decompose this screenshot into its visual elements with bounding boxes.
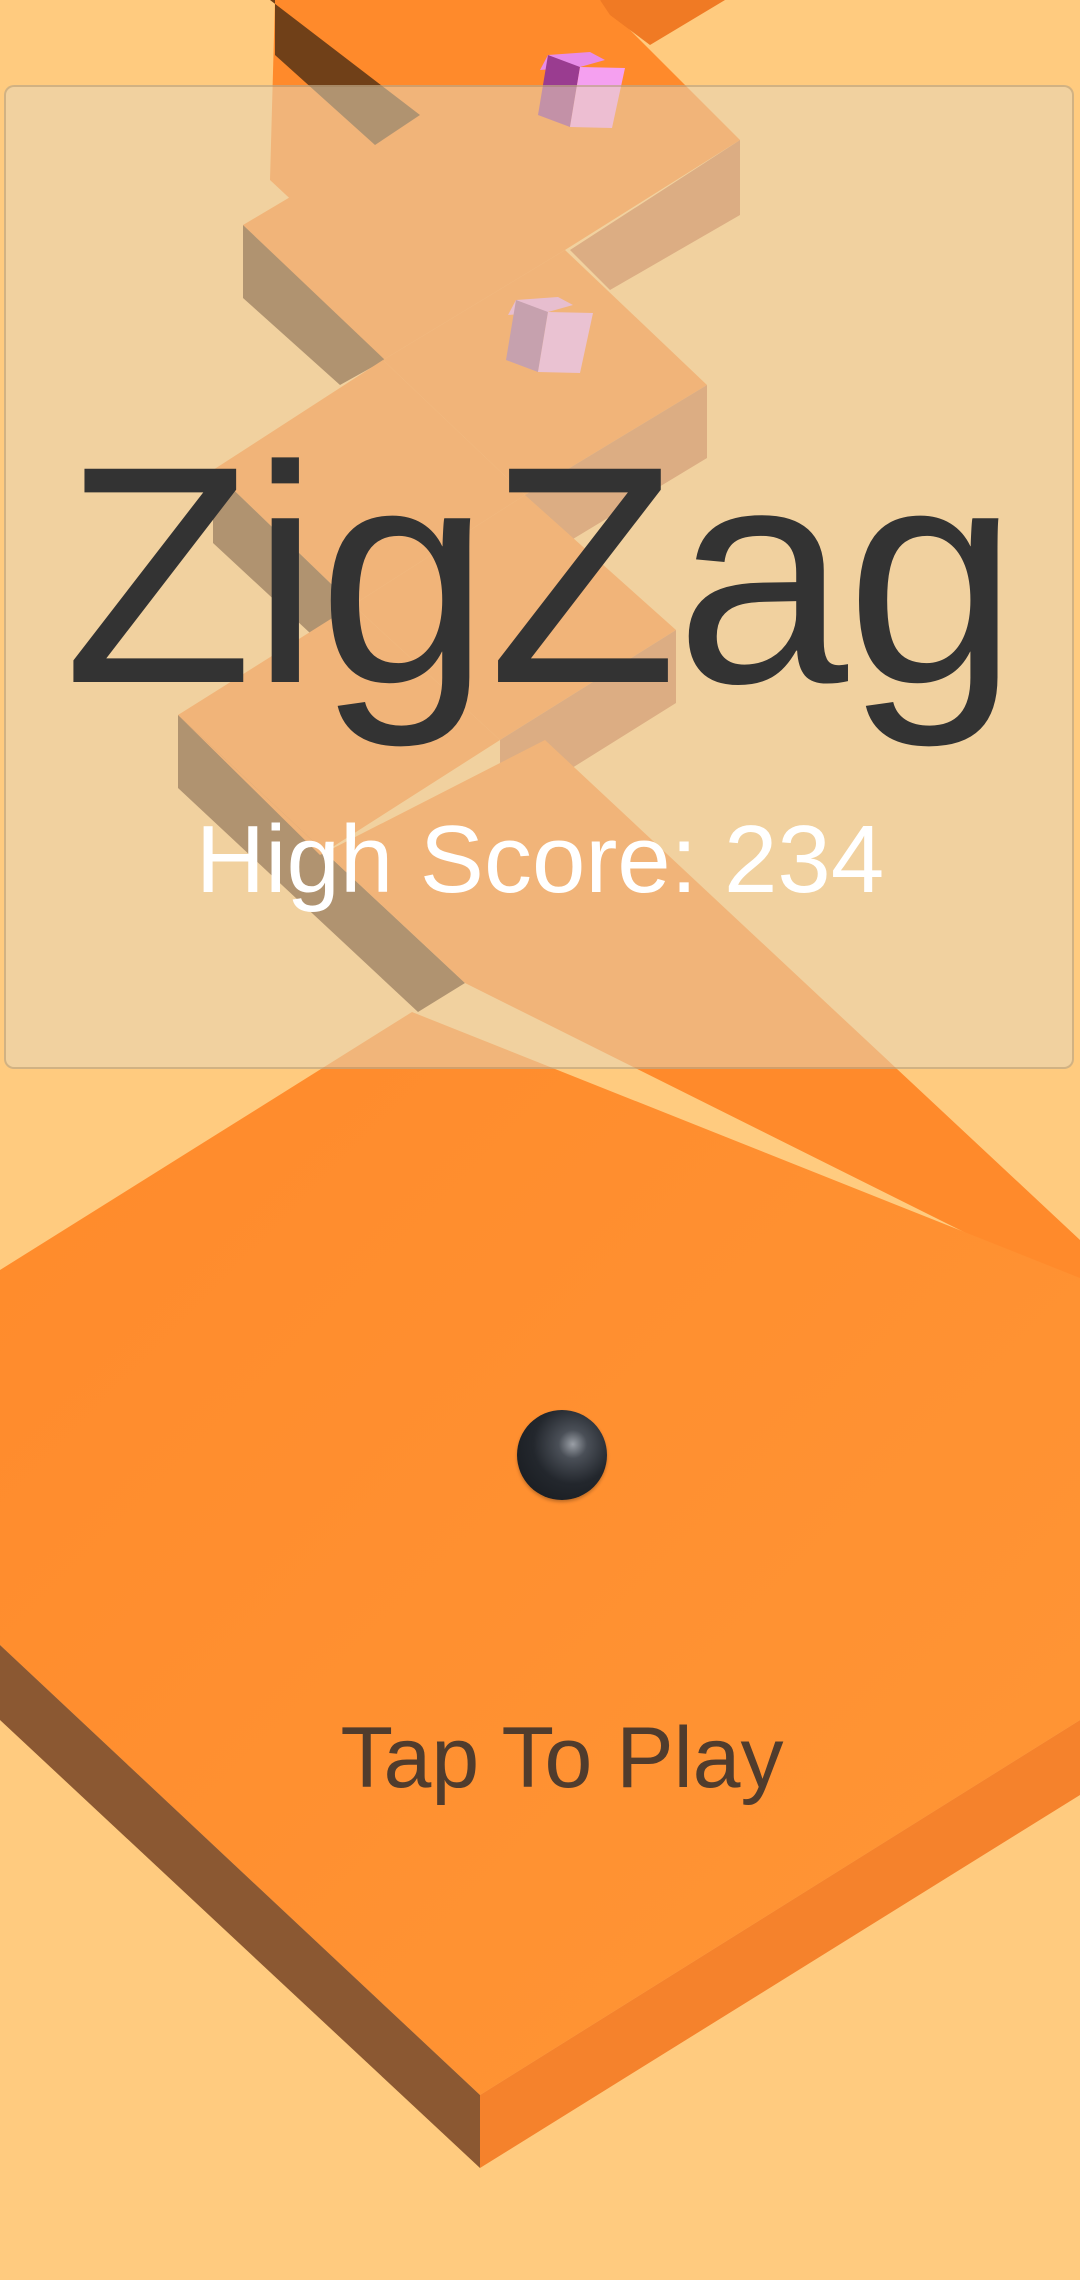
high-score-label: High Score: [195,806,698,913]
ball-icon [517,1410,607,1500]
tap-to-play-prompt[interactable]: Tap To Play [0,1708,1080,1808]
high-score: High Score: 234 [0,805,1080,915]
game-title: ZigZag [63,401,1019,748]
high-score-value: 234 [724,806,885,913]
